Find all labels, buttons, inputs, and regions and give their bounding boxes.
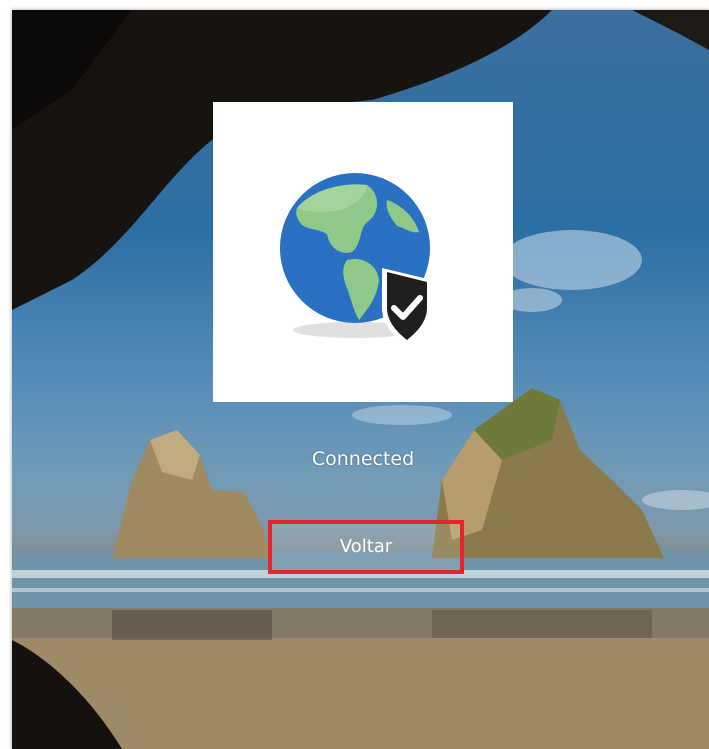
lock-screen-background: Connected Voltar <box>12 10 709 749</box>
back-button-label: Voltar <box>339 536 393 557</box>
connection-status: Connected <box>311 448 415 470</box>
globe-shield-check-icon <box>280 173 432 346</box>
back-button[interactable]: Voltar <box>268 520 464 574</box>
app-tile <box>213 102 513 402</box>
